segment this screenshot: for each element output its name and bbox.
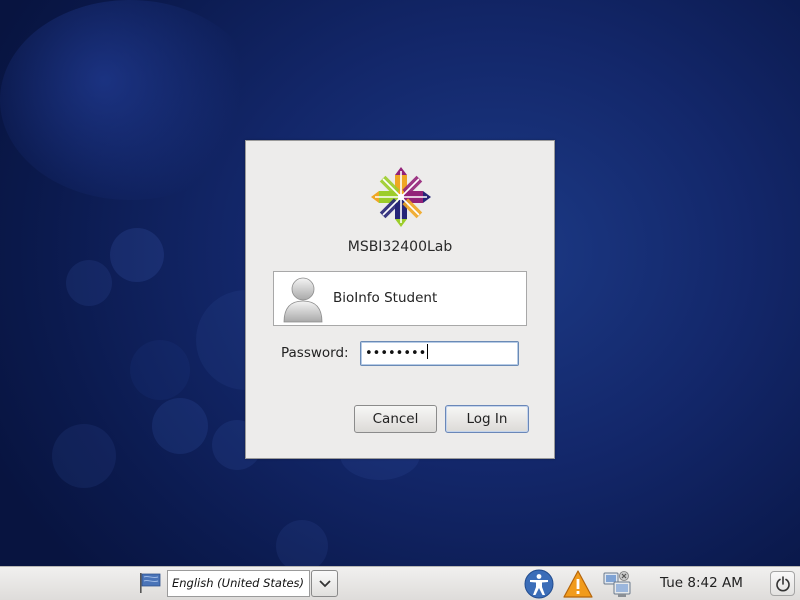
background-bokeh: [52, 424, 116, 488]
background-bokeh: [66, 260, 112, 306]
text-caret: [427, 344, 429, 359]
background-glow: [0, 0, 260, 200]
login-button[interactable]: Log In: [445, 405, 529, 433]
language-select[interactable]: English (United States): [167, 570, 310, 597]
centos-logo-icon: [371, 167, 431, 227]
accessibility-icon[interactable]: [523, 569, 555, 599]
login-dialog: MSBI32400Lab BioInfo Student Password: •…: [245, 140, 555, 459]
background-bokeh: [110, 228, 164, 282]
background-bokeh: [130, 340, 190, 400]
network-icon[interactable]: [601, 569, 633, 599]
keyboard-layout-flag-icon[interactable]: [138, 572, 162, 594]
background-bokeh: [276, 520, 328, 572]
language-dropdown-button[interactable]: [311, 570, 338, 597]
chevron-down-icon: [319, 580, 331, 588]
power-button[interactable]: [770, 571, 795, 596]
clock[interactable]: Tue 8:42 AM: [660, 575, 743, 591]
password-label: Password:: [281, 345, 349, 361]
cancel-button[interactable]: Cancel: [354, 405, 437, 433]
hostname-label: MSBI32400Lab: [347, 239, 453, 255]
user-list-item[interactable]: BioInfo Student: [273, 271, 527, 326]
bottom-panel: English (United States) Tue 8:42 AM: [0, 566, 800, 600]
user-name-label: BioInfo Student: [333, 290, 438, 306]
background-bokeh: [152, 398, 208, 454]
user-avatar-icon: [283, 277, 323, 323]
warning-icon[interactable]: [562, 569, 594, 599]
password-field[interactable]: ••••••••: [360, 341, 519, 366]
password-value: ••••••••: [365, 346, 427, 361]
power-icon: [776, 576, 790, 592]
